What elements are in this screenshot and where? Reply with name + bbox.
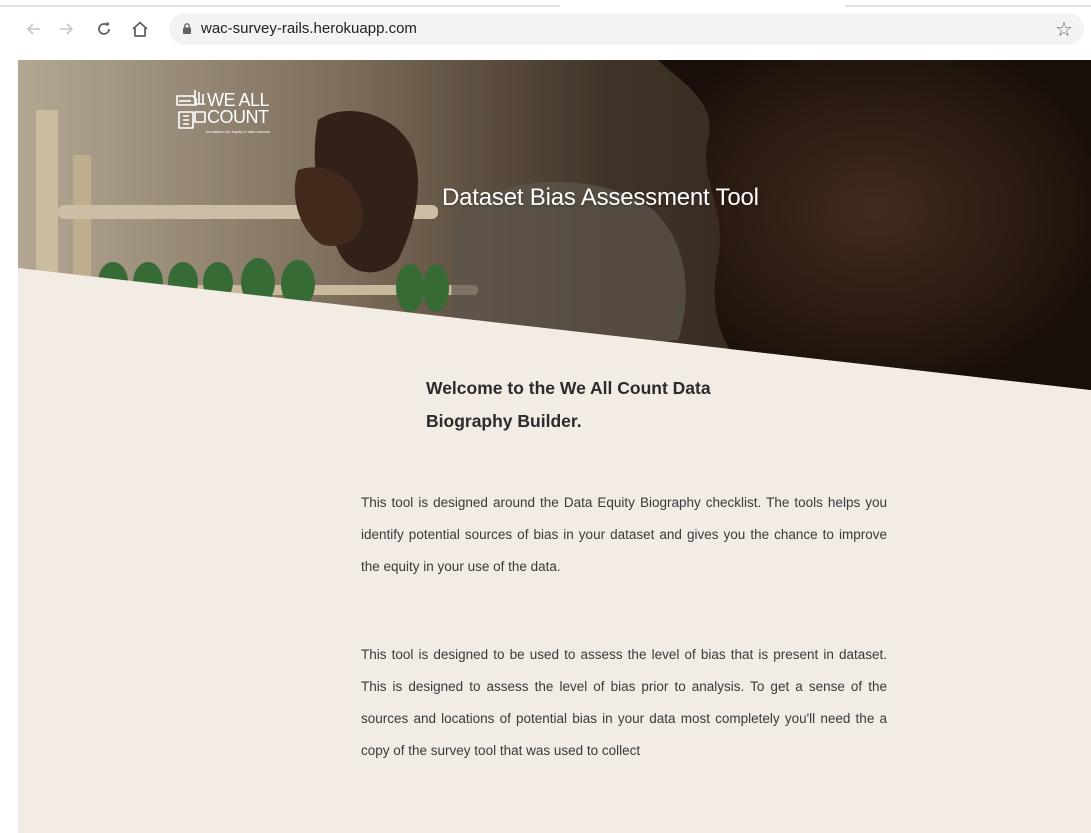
- hands-logo-icon: [176, 90, 206, 129]
- intro-paragraph: This tool is designed around the Data Eq…: [361, 487, 887, 583]
- tab-strip-divider: [0, 5, 560, 7]
- address-bar[interactable]: wac-survey-rails.herokuapp.com: [169, 13, 1084, 45]
- intro-paragraph-text: This tool is designed around the Data Eq…: [361, 495, 887, 574]
- forward-icon[interactable]: [54, 17, 78, 41]
- bookmark-star-icon[interactable]: ☆: [1055, 17, 1073, 42]
- url-text[interactable]: wac-survey-rails.herokuapp.com: [201, 20, 417, 37]
- logo-tagline: foundation for equity in data science: [206, 129, 271, 134]
- reload-icon[interactable]: [92, 17, 116, 41]
- page-viewport: WE ALL COUNT foundation for equity in da…: [18, 60, 1091, 833]
- lock-icon: [183, 23, 191, 34]
- usage-paragraph-text: This tool is designed to be used to asse…: [361, 647, 887, 758]
- tab-strip-divider: [845, 5, 1091, 7]
- usage-paragraph: This tool is designed to be used to asse…: [361, 639, 887, 767]
- logo-line-count: COUNT: [207, 107, 269, 127]
- back-icon[interactable]: [22, 17, 46, 41]
- home-icon[interactable]: [128, 17, 152, 41]
- browser-toolbar: wac-survey-rails.herokuapp.com ☆: [0, 0, 1091, 60]
- we-all-count-logo[interactable]: WE ALL COUNT foundation for equity in da…: [173, 82, 303, 138]
- page-title: Dataset Bias Assessment Tool: [442, 184, 759, 211]
- welcome-heading: Welcome to the We All Count Data Biograp…: [426, 378, 711, 431]
